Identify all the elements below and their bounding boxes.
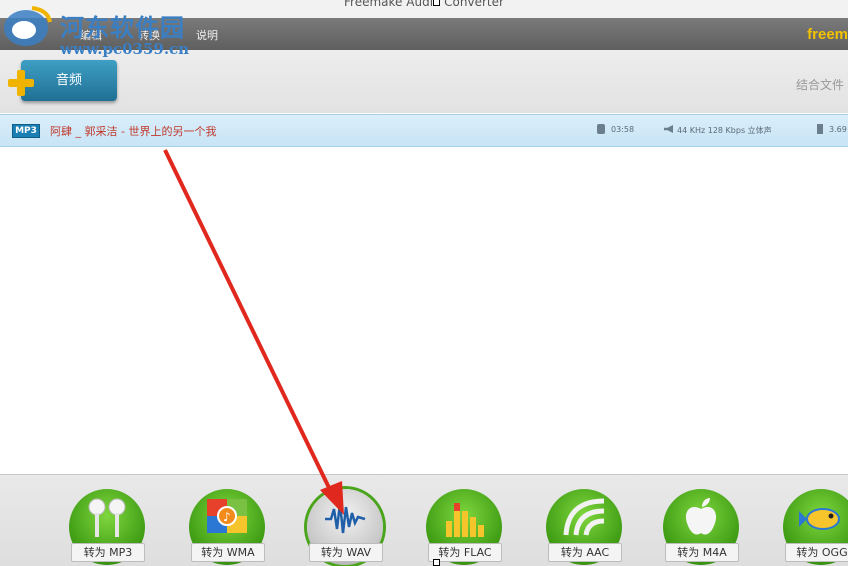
convert-wma-button[interactable]: ♪ 转为 WMA [189, 489, 265, 565]
watermark: 河东软件园 www.pc0359.cn [0, 0, 205, 62]
converter-bar: 转为 MP3 ♪ 转为 WMA 转为 WAV 转为 FLAC 转为 AAC 转为… [0, 474, 848, 566]
convert-m4a-button[interactable]: 转为 M4A [663, 489, 739, 565]
convert-mp3-label: 转为 MP3 [71, 543, 145, 562]
convert-m4a-label: 转为 M4A [665, 543, 739, 562]
plus-icon [8, 70, 34, 96]
convert-flac-button[interactable]: 转为 FLAC [426, 489, 502, 565]
convert-aac-button[interactable]: 转为 AAC [546, 489, 622, 565]
file-name: 阿肆 _ 郭采洁 - 世界上的另一个我 [50, 125, 217, 138]
convert-ogg-label: 转为 OGG [785, 543, 848, 562]
file-row[interactable]: MP3 阿肆 _ 郭采洁 - 世界上的另一个我 03:58 44 KHz 128… [0, 114, 848, 147]
svg-text:♪: ♪ [223, 510, 231, 524]
earphones-icon [88, 498, 126, 537]
fish-icon [799, 508, 840, 530]
equalizer-icon [446, 503, 484, 537]
windows-media-icon: ♪ [207, 499, 247, 533]
file-list-area[interactable] [0, 147, 848, 473]
convert-wav-button[interactable]: 转为 WAV [307, 489, 383, 565]
speaker-icon [664, 125, 673, 133]
watermark-title: 河东软件园 [60, 13, 185, 42]
convert-aac-label: 转为 AAC [548, 543, 622, 562]
apple-icon [685, 498, 717, 535]
file-size-icon [817, 124, 823, 134]
watermark-url: www.pc0359.cn [60, 40, 190, 58]
file-size: 3.69 [829, 125, 847, 134]
watermark-logo-icon [4, 6, 52, 46]
waveform-icon [325, 502, 366, 534]
audio-info: 44 KHz 128 Kbps 立体声 [677, 126, 772, 135]
add-audio-label: 音频 [55, 73, 82, 88]
convert-ogg-button[interactable]: 转为 OGG [783, 489, 848, 565]
resize-handle-top[interactable] [433, 0, 440, 6]
file-duration: 03:58 [611, 125, 635, 134]
add-audio-button[interactable]: 音频 [21, 60, 117, 101]
convert-wma-label: 转为 WMA [191, 543, 265, 562]
clock-icon [597, 124, 605, 134]
format-badge: MP3 [12, 124, 40, 138]
convert-wav-label: 转为 WAV [309, 543, 383, 562]
brand-logo[interactable]: freem [807, 26, 848, 43]
aac-wave-icon [563, 498, 605, 536]
convert-mp3-button[interactable]: 转为 MP3 [69, 489, 145, 565]
join-files-button[interactable]: 结合文件 [796, 76, 844, 93]
